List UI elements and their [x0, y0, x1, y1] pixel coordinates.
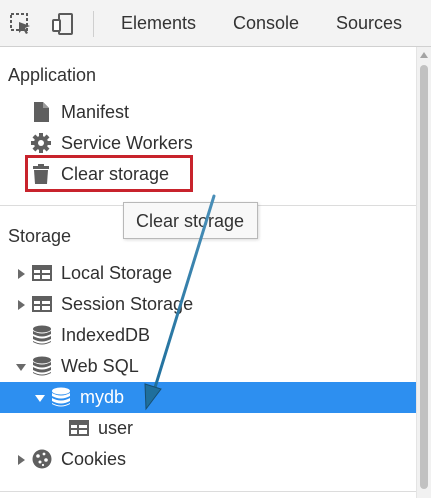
tab-elements[interactable]: Elements [121, 13, 196, 34]
section-divider [0, 491, 416, 492]
toolbar-separator [93, 11, 94, 37]
database-icon [32, 325, 52, 345]
scrollbar-thumb[interactable] [420, 65, 428, 489]
sidebar-item-label: Local Storage [61, 263, 173, 283]
sidebar-item-label: mydb [80, 387, 125, 407]
table-grid-icon [32, 294, 52, 314]
sidebar-scrollbar[interactable] [416, 47, 431, 498]
tooltip: Clear storage [123, 202, 258, 239]
application-sidebar: Application Manifest Service Workers Cle… [0, 47, 431, 498]
sidebar-item-label: Session Storage [61, 294, 194, 314]
sidebar-item-label: Service Workers [61, 133, 193, 153]
expand-arrow-icon[interactable] [15, 298, 27, 310]
sidebar-item-user[interactable]: user [0, 413, 416, 444]
sidebar-item-label: Web SQL [61, 356, 139, 376]
sidebar-item-indexeddb[interactable]: IndexedDB [0, 320, 416, 351]
device-toolbar-icon[interactable] [51, 12, 75, 36]
table-grid-icon [69, 418, 89, 438]
scroll-up-arrow-icon[interactable] [420, 52, 428, 58]
inspect-element-icon[interactable] [9, 12, 33, 36]
collapse-arrow-icon[interactable] [34, 391, 46, 403]
database-icon [51, 387, 71, 407]
sidebar-item-mydb[interactable]: mydb [0, 382, 416, 413]
devtools-toolbar: Elements Console Sources [0, 0, 431, 47]
tab-console[interactable]: Console [233, 13, 299, 34]
sidebar-item-label: user [98, 418, 134, 438]
sidebar-item-web-sql[interactable]: Web SQL [0, 351, 416, 382]
section-header-application: Application [8, 65, 97, 85]
tab-sources[interactable]: Sources [336, 13, 402, 34]
section-header-storage: Storage [8, 226, 72, 246]
sidebar-item-manifest[interactable]: Manifest [0, 97, 416, 128]
database-icon [32, 356, 52, 376]
devtools-window: Elements Console Sources Application Man… [0, 0, 431, 498]
sidebar-item-label: Manifest [61, 102, 130, 122]
cookie-icon [32, 449, 52, 469]
sidebar-item-local-storage[interactable]: Local Storage [0, 258, 416, 289]
gear-icon [31, 133, 51, 153]
expand-arrow-icon[interactable] [15, 267, 27, 279]
sidebar-item-session-storage[interactable]: Session Storage [0, 289, 416, 320]
document-icon [31, 102, 51, 122]
highlight-box-clear-storage [25, 155, 193, 192]
sidebar-item-cookies[interactable]: Cookies [0, 444, 416, 475]
sidebar-item-label: Cookies [61, 449, 127, 469]
collapse-arrow-icon[interactable] [15, 360, 27, 372]
expand-arrow-icon[interactable] [15, 453, 27, 465]
sidebar-item-label: IndexedDB [61, 325, 151, 345]
table-grid-icon [32, 263, 52, 283]
